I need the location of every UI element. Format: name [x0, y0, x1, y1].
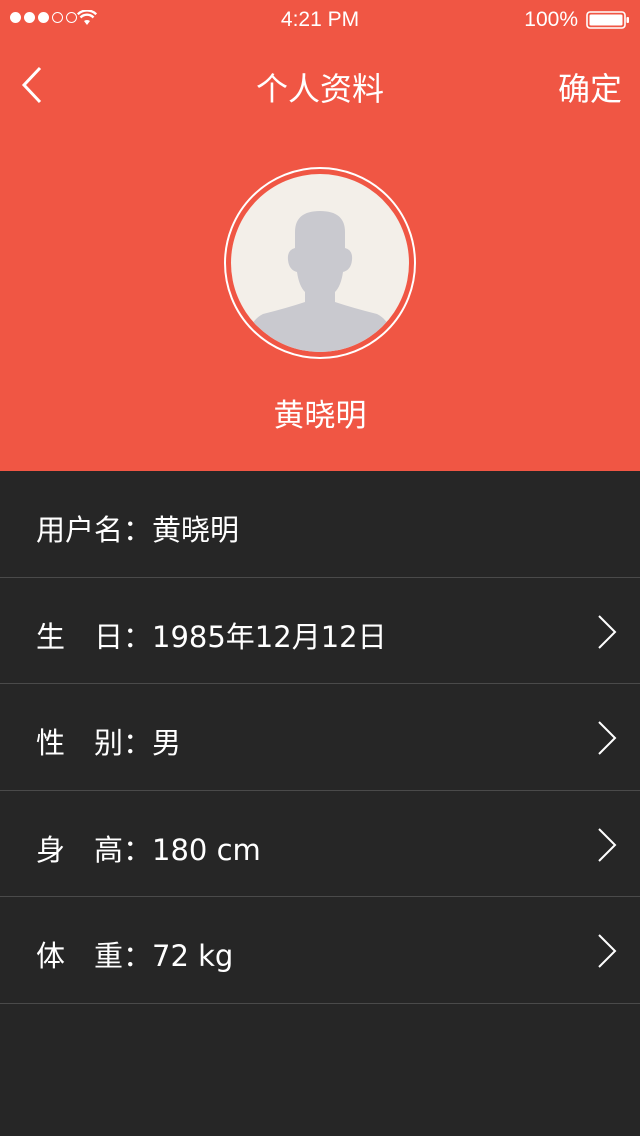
chevron-right-icon	[598, 934, 617, 968]
avatar-placeholder-icon	[249, 211, 391, 352]
row-birthday[interactable]: 生 日：1985年12月12日	[0, 578, 640, 684]
row-gender[interactable]: 性 别：男	[0, 684, 640, 791]
row-gender-text: 性 别：男	[36, 726, 182, 760]
chevron-right-icon	[598, 721, 617, 755]
avatar[interactable]	[224, 167, 416, 359]
row-height-text: 身 高：180 cm	[36, 832, 261, 867]
row-weight[interactable]: 体 重：72 kg	[0, 897, 640, 1004]
chevron-right-icon	[598, 614, 617, 649]
status-bar: 4:21 PM 100%	[0, 0, 640, 40]
chevron-right-icon	[598, 827, 617, 862]
row-height[interactable]: 身 高：180 cm	[0, 791, 640, 897]
profile-info-list: 用户名：黄晓明 生 日：1985年12月12日 性 别：男 身 高：180 cm…	[0, 471, 640, 1004]
profile-name: 黄晓明	[273, 398, 367, 434]
profile-header: 4:21 PM 100% 个人资料 确定 黄晓明	[0, 0, 640, 471]
row-weight-text: 体 重：72 kg	[36, 939, 234, 973]
row-username-text: 用户名：黄晓明	[36, 513, 240, 547]
confirm-button[interactable]: 确定	[558, 64, 622, 110]
battery-icon	[586, 11, 629, 29]
row-birthday-text: 生 日：1985年12月12日	[36, 619, 387, 654]
row-username: 用户名：黄晓明	[0, 471, 640, 578]
battery-percent: 100%	[524, 8, 578, 31]
page-title: 个人资料	[255, 70, 384, 108]
nav-bar: 个人资料 确定	[0, 40, 640, 130]
